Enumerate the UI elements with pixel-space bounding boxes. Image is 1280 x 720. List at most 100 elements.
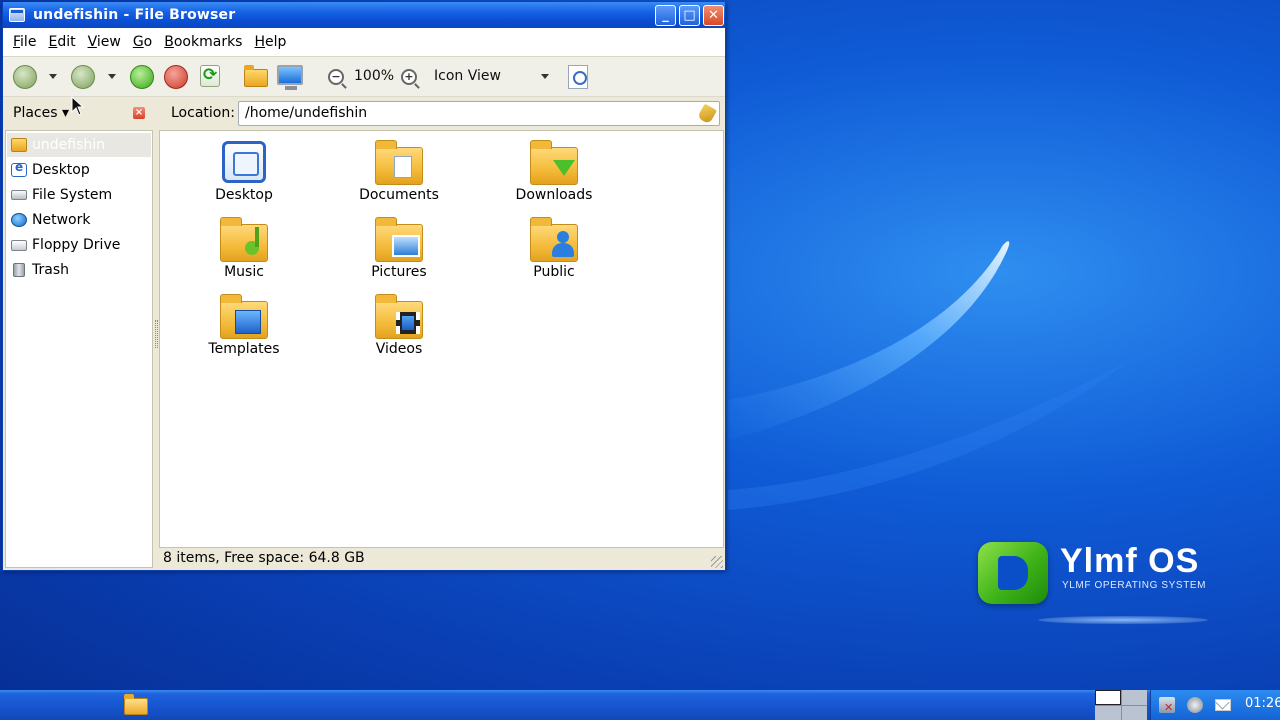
zoom-level[interactable]: 100% [354, 68, 394, 84]
location-label: Location: [171, 105, 235, 121]
sidebar-item-label: Desktop [32, 162, 90, 178]
home-folder-icon[interactable] [244, 65, 268, 87]
workspace-1[interactable] [1095, 690, 1121, 705]
file-item-documents[interactable]: Documents [339, 133, 459, 205]
workspace-2[interactable] [1121, 690, 1147, 705]
menu-edit[interactable]: Edit [42, 34, 81, 50]
location-bar: Places ▾ × Location: /home/undefishin [3, 97, 725, 130]
menubar: File Edit View Go Bookmarks Help [3, 28, 725, 57]
sidebar-item-label: Trash [32, 262, 69, 278]
sidebar-item-label: File System [32, 187, 113, 203]
menu-label-rest: o [143, 34, 153, 50]
up-arrow-icon[interactable] [130, 65, 154, 89]
network-disconnected-icon[interactable] [1159, 697, 1175, 714]
minimize-button[interactable]: _ [655, 5, 676, 26]
status-text: 8 items, Free space: 64.8 GB [163, 550, 365, 566]
file-manager-launcher-icon[interactable] [124, 694, 148, 715]
file-item-label: Templates [208, 341, 280, 357]
stop-icon[interactable] [164, 65, 188, 89]
mail-icon[interactable] [1215, 699, 1231, 711]
window-titlebar[interactable]: undefishin - File Browser _ □ ✕ [3, 2, 725, 28]
ylmf-logo-icon [978, 542, 1048, 604]
maximize-icon: □ [683, 8, 696, 23]
folder-pictures-icon [375, 217, 423, 262]
file-item-label: Pictures [371, 264, 427, 280]
close-button[interactable]: ✕ [703, 5, 724, 26]
app-window-icon [9, 8, 25, 22]
file-item-label: Documents [359, 187, 439, 203]
back-history-chevron-icon[interactable] [49, 74, 57, 79]
menu-file[interactable]: File [7, 34, 42, 50]
view-mode-select[interactable]: Icon View [434, 68, 501, 84]
sidebar-item-file-system[interactable]: File System [7, 183, 151, 207]
folder-downloads-icon [530, 140, 578, 185]
sidebar-item-label: Floppy Drive [32, 237, 121, 253]
back-arrow-icon[interactable] [13, 65, 37, 89]
file-item-label: Desktop [215, 187, 273, 203]
workspace-4[interactable] [1121, 705, 1147, 720]
clock[interactable]: 01:26 [1245, 696, 1280, 711]
file-item-public[interactable]: Public [494, 210, 614, 282]
brand-name: Ylmf OS [1060, 542, 1200, 580]
places-sidebar: undefishin Desktop File System Network F… [5, 130, 153, 568]
pane-splitter-handle[interactable] [155, 320, 158, 348]
sidebar-item-desktop[interactable]: Desktop [7, 158, 151, 182]
menu-help[interactable]: Help [248, 34, 292, 50]
places-dropdown[interactable]: Places ▾ [13, 105, 69, 121]
desktop-icon [222, 141, 266, 183]
menu-bookmarks[interactable]: Bookmarks [158, 34, 248, 50]
floppy-icon [11, 239, 27, 251]
menu-mnemonic: G [132, 34, 144, 50]
resize-grip-icon[interactable] [711, 556, 723, 568]
sidebar-item-home[interactable]: undefishin [7, 133, 151, 157]
menu-view[interactable]: View [82, 34, 127, 50]
sidebar-item-label: undefishin [32, 137, 105, 153]
menu-go[interactable]: Go [127, 34, 158, 50]
sidebar-item-trash[interactable]: Trash [7, 258, 151, 282]
menu-label-rest: elp [265, 34, 287, 50]
maximize-button[interactable]: □ [679, 5, 700, 26]
menu-mnemonic: V [87, 34, 97, 50]
menu-label-rest: iew [96, 34, 121, 50]
desktop-wallpaper-swoosh [728, 241, 1130, 510]
file-item-templates[interactable]: Templates [184, 287, 304, 359]
drive-icon [11, 190, 27, 200]
file-item-videos[interactable]: Videos [339, 287, 459, 359]
forward-history-chevron-icon[interactable] [108, 74, 116, 79]
zoom-out-icon[interactable]: − [328, 69, 344, 85]
workspace-pager[interactable] [1095, 690, 1147, 720]
brand-subtitle: YLMF OPERATING SYSTEM [1062, 580, 1207, 591]
file-item-label: Public [533, 264, 575, 280]
sidebar-item-label: Network [32, 212, 91, 228]
file-item-downloads[interactable]: Downloads [494, 133, 614, 205]
reload-icon[interactable] [200, 65, 220, 87]
view-mode-chevron-down-icon[interactable] [541, 74, 549, 79]
system-tray: 01:26 [1150, 690, 1280, 720]
file-item-desktop[interactable]: Desktop [184, 133, 304, 205]
sidebar-item-network[interactable]: Network [7, 208, 151, 232]
file-item-pictures[interactable]: Pictures [339, 210, 459, 282]
toolbar: − 100% + Icon View [3, 57, 725, 97]
network-icon [11, 213, 27, 227]
close-icon: ✕ [708, 8, 719, 23]
file-item-label: Downloads [515, 187, 593, 203]
file-item-music[interactable]: Music [184, 210, 304, 282]
file-item-label: Videos [375, 341, 423, 357]
close-sidebar-icon[interactable]: × [133, 107, 145, 119]
brand-logo-block: Ylmf OS YLMF OPERATING SYSTEM [978, 540, 1228, 630]
file-browser-window: undefishin - File Browser _ □ ✕ File Edi… [2, 2, 726, 571]
location-input[interactable]: /home/undefishin [238, 101, 720, 126]
home-folder-icon [11, 138, 27, 152]
forward-arrow-icon[interactable] [71, 65, 95, 89]
search-icon[interactable] [568, 65, 588, 89]
computer-icon[interactable] [277, 65, 303, 90]
folder-templates-icon [220, 294, 268, 339]
sidebar-item-floppy-drive[interactable]: Floppy Drive [7, 233, 151, 257]
volume-icon[interactable] [1187, 697, 1203, 713]
workspace-3[interactable] [1095, 705, 1121, 720]
minimize-icon: _ [662, 8, 669, 23]
taskbar: 01:26 [0, 690, 1280, 720]
folder-documents-icon [375, 140, 423, 185]
zoom-in-icon[interactable]: + [401, 69, 417, 85]
menu-label-rest: dit [57, 34, 76, 50]
